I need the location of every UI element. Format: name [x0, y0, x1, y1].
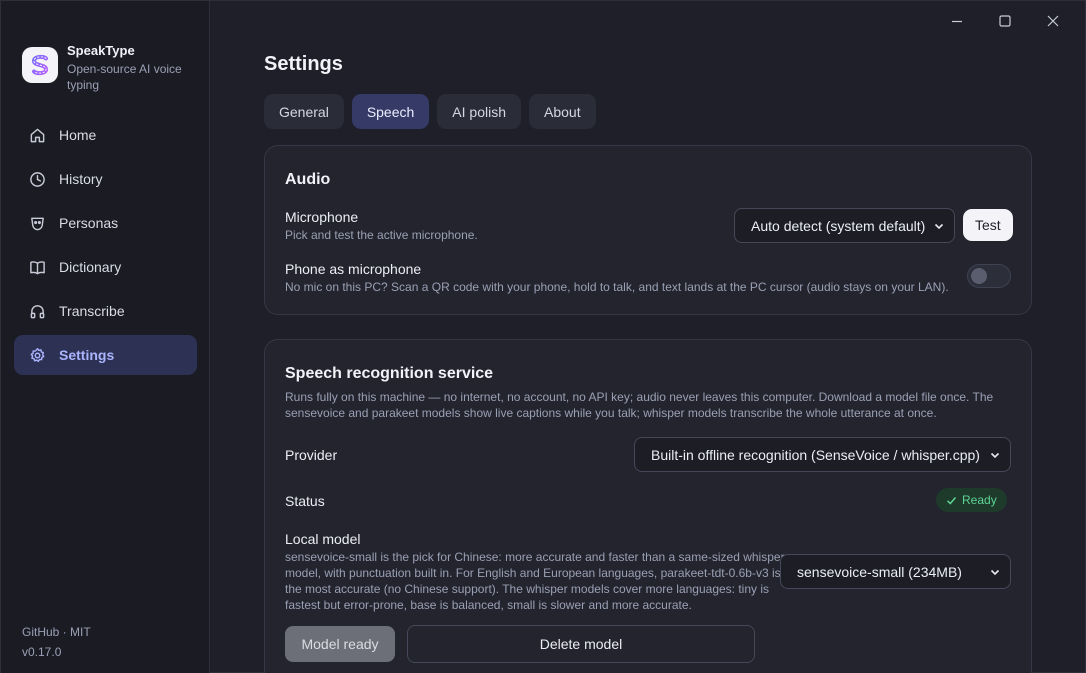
- home-icon: [30, 128, 45, 142]
- maximize-icon: [999, 15, 1011, 27]
- page-title: Settings: [264, 53, 343, 75]
- sidebar-item-settings[interactable]: Settings: [14, 335, 197, 375]
- sidebar-nav: Home History Personas Dictionary Transcr…: [14, 115, 197, 379]
- sidebar-item-label: Home: [59, 127, 97, 143]
- toggle-knob: [971, 268, 987, 284]
- minimize-button[interactable]: [933, 9, 981, 33]
- app-logo-icon: [22, 47, 58, 83]
- test-microphone-button[interactable]: Test: [963, 209, 1013, 241]
- version-label: v0.17.0: [22, 645, 62, 659]
- sidebar-item-label: Transcribe: [59, 303, 125, 319]
- microphone-select-value: Auto detect (system default): [751, 217, 926, 234]
- phone-mic-desc: No mic on this PC? Scan a QR code with y…: [285, 280, 949, 294]
- status-badge: Ready: [936, 488, 1007, 512]
- microphone-desc: Pick and test the active microphone.: [285, 228, 478, 242]
- gear-icon: [30, 347, 45, 362]
- app-name: SpeakType: [67, 43, 135, 58]
- local-model-select[interactable]: sensevoice-small (234MB): [780, 554, 1011, 589]
- persona-icon: [31, 217, 44, 230]
- brand: SpeakType Open-source AI voice typing: [22, 43, 197, 93]
- settings-tabs: General Speech AI polish About: [264, 94, 596, 129]
- phone-mic-toggle[interactable]: [967, 264, 1011, 288]
- clock-icon: [30, 171, 45, 187]
- tab-speech[interactable]: Speech: [351, 94, 430, 129]
- local-model-label: Local model: [285, 531, 361, 547]
- delete-model-button[interactable]: Delete model: [407, 625, 755, 663]
- chevron-down-icon: [990, 452, 1000, 459]
- tab-ai-polish[interactable]: AI polish: [437, 94, 521, 129]
- speech-card-title: Speech recognition service: [285, 365, 494, 382]
- sidebar-item-label: Settings: [59, 347, 115, 363]
- sidebar-item-label: Dictionary: [59, 259, 122, 275]
- speech-card-desc: Runs fully on this machine — no internet…: [285, 390, 994, 420]
- sidebar-item-label: History: [59, 171, 103, 187]
- sidebar-item-personas[interactable]: Personas: [14, 203, 197, 243]
- headphones-icon: [30, 304, 45, 318]
- close-icon: [1047, 15, 1059, 27]
- status-value: Ready: [962, 493, 997, 507]
- sidebar-item-label: Personas: [59, 215, 119, 231]
- speech-card: Speech recognition service Runs fully on…: [264, 339, 1032, 673]
- sidebar: SpeakType Open-source AI voice typing Ho…: [1, 1, 210, 673]
- sidebar-item-transcribe[interactable]: Transcribe: [14, 291, 197, 331]
- provider-select[interactable]: Built-in offline recognition (SenseVoice…: [634, 437, 1011, 472]
- close-button[interactable]: [1029, 9, 1077, 33]
- tab-about[interactable]: About: [529, 94, 596, 129]
- local-model-desc: sensevoice-small is the pick for Chinese…: [285, 550, 785, 612]
- maximize-button[interactable]: [981, 9, 1029, 33]
- app-tagline: Open-source AI voice typing: [67, 62, 182, 92]
- local-model-select-value: sensevoice-small (234MB): [797, 563, 962, 580]
- tab-general[interactable]: General: [264, 94, 344, 129]
- chevron-down-icon: [990, 569, 1000, 576]
- model-ready-button[interactable]: Model ready: [285, 626, 395, 662]
- app-window: SpeakType Open-source AI voice typing Ho…: [0, 0, 1086, 673]
- sidebar-item-dictionary[interactable]: Dictionary: [14, 247, 197, 287]
- sidebar-item-home[interactable]: Home: [14, 115, 197, 155]
- sidebar-item-history[interactable]: History: [14, 159, 197, 199]
- provider-label: Provider: [285, 447, 338, 463]
- check-icon: [946, 496, 957, 505]
- window-controls: [933, 9, 1077, 33]
- book-icon: [30, 260, 45, 274]
- audio-card: Audio Microphone Pick and test the activ…: [264, 145, 1032, 315]
- provider-select-value: Built-in offline recognition (SenseVoice…: [651, 446, 980, 463]
- chevron-down-icon: [934, 223, 944, 230]
- status-label: Status: [285, 493, 325, 509]
- microphone-label: Microphone: [285, 209, 359, 225]
- minimize-icon: [952, 20, 962, 23]
- phone-mic-label: Phone as microphone: [285, 261, 422, 277]
- sidebar-footer: GitHub · MIT v0.17.0: [22, 622, 91, 662]
- audio-card-title: Audio: [285, 171, 331, 188]
- microphone-select[interactable]: Auto detect (system default): [734, 208, 955, 243]
- github-link[interactable]: GitHub · MIT: [22, 622, 91, 642]
